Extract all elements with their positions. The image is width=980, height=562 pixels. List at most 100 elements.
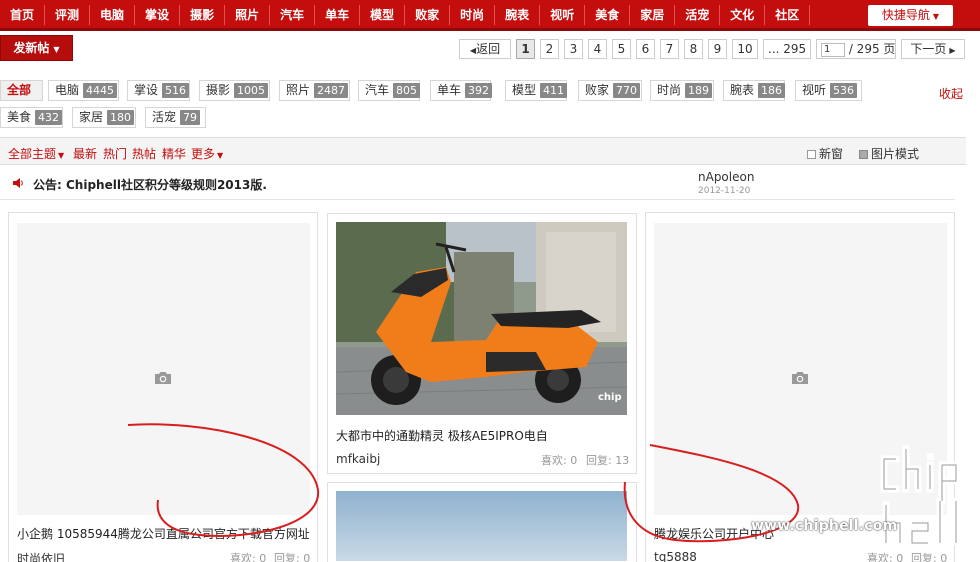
category-count-badge: 392 xyxy=(465,83,493,98)
category-tab[interactable]: 时尚 189 xyxy=(650,80,714,101)
thread-replies: 回复: 0 xyxy=(911,552,948,562)
category-tab[interactable]: 单车 392 xyxy=(430,80,493,101)
category-count-badge: 4445 xyxy=(83,83,118,98)
page-number-button[interactable]: 2 xyxy=(540,39,559,59)
top-nav-bar: 首页 评测 电脑 掌设 摄影 照片 汽车 单车 模型 败家 时尚 腕表 视听 美食 家居 活宠 文化 社区 快捷导… xyxy=(0,0,980,31)
all-topics-filter[interactable]: 全部主题 ▼ xyxy=(8,145,64,162)
thread-thumbnail-placeholder[interactable] xyxy=(17,223,310,515)
top-nav-item[interactable]: 美食 xyxy=(585,5,631,25)
thread-card[interactable]: chip 大都市中的通勤精灵 极核AE5IPRO电自 mfkaibj 喜欢: 0… xyxy=(327,213,637,474)
filter-hot[interactable]: 热门 xyxy=(103,145,127,162)
page-number-button[interactable]: 7 xyxy=(660,39,679,59)
category-name: 美食 xyxy=(7,110,32,124)
page-jump: 1 / 295 页 xyxy=(816,39,896,59)
back-button[interactable]: ◀返回 xyxy=(459,39,511,59)
back-label: 返回 xyxy=(476,42,501,56)
page-number-button[interactable]: 4 xyxy=(588,39,607,59)
page-jump-input[interactable]: 1 xyxy=(821,43,845,57)
top-nav-item[interactable]: 文化 xyxy=(720,5,766,25)
top-nav-item[interactable]: 视听 xyxy=(540,5,586,25)
image-mode-toggle[interactable]: 图片模式 xyxy=(859,145,919,162)
category-tab[interactable]: 活宠 79 xyxy=(145,107,206,128)
top-nav-item[interactable]: 家居 xyxy=(630,5,676,25)
category-name: 全部 xyxy=(7,83,32,97)
caret-down-icon: ▼ xyxy=(53,45,60,54)
thread-title[interactable]: 小企鹅 10585944腾龙公司直属公司官方下载官方网址 xyxy=(17,525,309,542)
category-name: 腕表 xyxy=(730,83,755,97)
category-tab[interactable]: 美食 432 xyxy=(0,107,63,128)
top-nav-item[interactable]: 时尚 xyxy=(450,5,496,25)
thread-author[interactable]: tq5888 xyxy=(654,550,697,562)
category-tab[interactable]: 汽车 805 xyxy=(358,80,421,101)
page-number-button[interactable]: 1 xyxy=(516,39,535,59)
page-number-button[interactable]: 6 xyxy=(636,39,655,59)
announcement-date: 2012-11-20 xyxy=(698,186,751,196)
top-nav-item[interactable]: 首页 xyxy=(0,5,46,25)
category-name: 活宠 xyxy=(152,110,177,124)
top-nav-item[interactable]: 电脑 xyxy=(90,5,136,25)
announcement-author[interactable]: nApoleon xyxy=(698,170,754,184)
top-nav-item[interactable]: 单车 xyxy=(315,5,361,25)
announcement-link[interactable]: 公告: Chiphell社区积分等级规则2013版. xyxy=(33,176,267,193)
category-name: 视听 xyxy=(802,83,827,97)
thread-author[interactable]: mfkaibj xyxy=(336,452,380,466)
filter-hot-posts[interactable]: 热帖 xyxy=(132,145,156,162)
quick-nav-button[interactable]: 快捷导航 ▼ xyxy=(868,5,953,26)
quick-nav-label: 快捷导航 xyxy=(881,8,930,22)
filter-more-label: 更多 xyxy=(191,147,216,161)
page-last-button[interactable]: ... 295 xyxy=(763,39,811,59)
page-number-button[interactable]: 8 xyxy=(684,39,703,59)
top-nav-item[interactable]: 败家 xyxy=(405,5,451,25)
thread-card[interactable] xyxy=(327,482,637,562)
category-tab[interactable]: 全部 xyxy=(0,80,43,101)
category-count-badge: 189 xyxy=(685,83,713,98)
category-count-badge: 2487 xyxy=(314,83,349,98)
top-nav-item[interactable]: 活宠 xyxy=(675,5,721,25)
category-tab[interactable]: 模型 411 xyxy=(505,80,568,101)
thread-author[interactable]: 时尚依旧 xyxy=(17,550,65,562)
page-number-button[interactable]: 10 xyxy=(732,39,758,59)
sky-photo-image xyxy=(336,491,627,561)
top-nav-item[interactable]: 摄影 xyxy=(180,5,226,25)
filter-more[interactable]: 更多 ▼ xyxy=(191,145,223,162)
thread-likes: 喜欢: 0 xyxy=(867,552,904,562)
thread-card[interactable]: 小企鹅 10585944腾龙公司直属公司官方下载官方网址 时尚依旧 喜欢: 0 … xyxy=(8,212,318,562)
category-tab[interactable]: 家居 180 xyxy=(72,107,136,128)
category-tab[interactable]: 电脑 4445 xyxy=(48,80,119,101)
page-number-button[interactable]: 9 xyxy=(708,39,727,59)
top-nav-item[interactable]: 汽车 xyxy=(270,5,316,25)
new-post-button[interactable]: 发新帖 ▼ xyxy=(0,35,73,61)
category-tab[interactable]: 掌设 516 xyxy=(127,80,190,101)
category-tab[interactable]: 照片 2487 xyxy=(279,80,350,101)
page-number-button[interactable]: 5 xyxy=(612,39,631,59)
collapse-link[interactable]: 收起 xyxy=(939,85,963,102)
top-nav-item[interactable]: 掌设 xyxy=(135,5,181,25)
category-count-badge: 805 xyxy=(393,83,421,98)
filter-digest[interactable]: 精华 xyxy=(162,145,186,162)
thread-thumbnail[interactable]: chip xyxy=(336,222,627,415)
page-number-button[interactable]: 3 xyxy=(564,39,583,59)
top-nav-item[interactable]: 评测 xyxy=(45,5,91,25)
thread-thumbnail[interactable] xyxy=(336,491,627,561)
category-tab[interactable]: 败家 770 xyxy=(578,80,642,101)
top-nav-item[interactable]: 腕表 xyxy=(495,5,541,25)
category-tab[interactable]: 摄影 1005 xyxy=(199,80,270,101)
category-tab[interactable]: 视听 536 xyxy=(795,80,862,101)
speaker-icon xyxy=(13,178,23,188)
new-window-toggle[interactable]: 新窗 xyxy=(807,145,843,162)
filter-latest[interactable]: 最新 xyxy=(73,145,97,162)
top-nav-item[interactable]: 模型 xyxy=(360,5,406,25)
scooter-photo-image: chip xyxy=(336,222,627,415)
top-nav-item[interactable]: 社区 xyxy=(765,5,811,25)
caret-down-icon: ▼ xyxy=(58,151,65,160)
category-count-badge: 411 xyxy=(540,83,568,98)
thread-title[interactable]: 大都市中的通勤精灵 极核AE5IPRO电自 xyxy=(336,427,628,444)
checkbox-unchecked-icon xyxy=(807,150,816,159)
category-count-badge: 770 xyxy=(613,83,641,98)
category-count-badge: 180 xyxy=(107,110,135,125)
category-tab[interactable]: 腕表 186 xyxy=(723,80,786,101)
pagination: ◀返回 1 2 3 4 5 6 7 8 9 10 ... 295 1 / 295 页 下一页 ▶ xyxy=(459,39,965,59)
top-nav-item[interactable]: 照片 xyxy=(225,5,271,25)
next-page-button[interactable]: 下一页 ▶ xyxy=(901,39,965,59)
camera-icon xyxy=(792,372,808,384)
